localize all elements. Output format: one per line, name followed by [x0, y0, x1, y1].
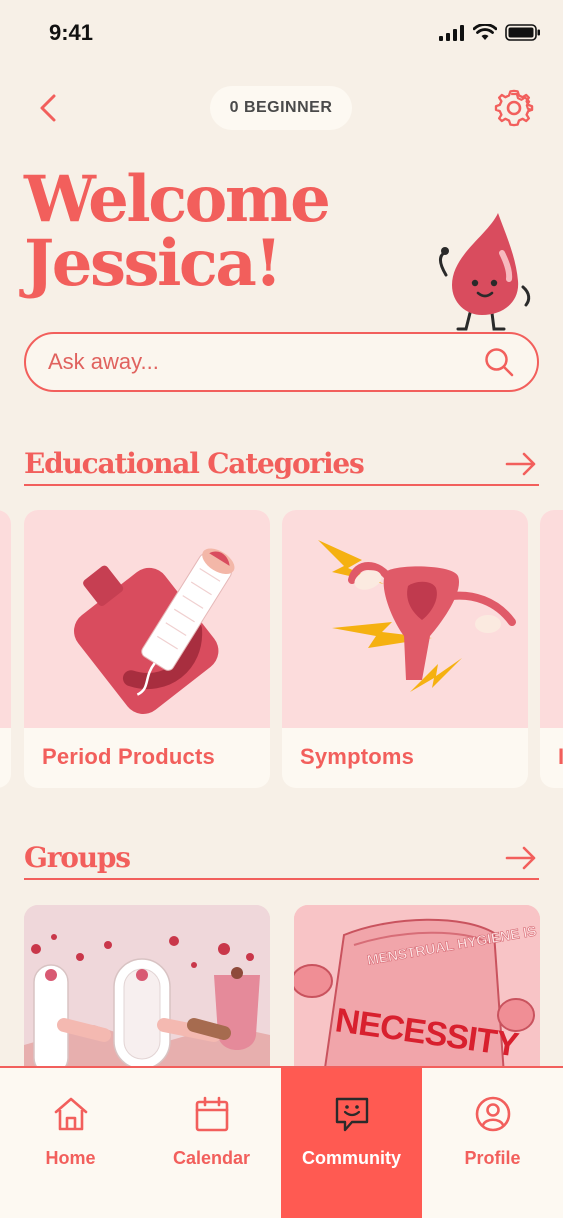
back-icon[interactable]	[30, 86, 66, 130]
tab-label: Calendar	[172, 1148, 251, 1168]
tab-label: Community	[302, 1148, 401, 1168]
tab-label: Home	[45, 1148, 96, 1168]
group-card-necessity[interactable]: MENSTRUAL HYGIENE IS A NECESSITY	[294, 905, 540, 1070]
section-title: Educational Categories	[24, 447, 365, 480]
welcome-line-1: Welcome	[24, 162, 331, 237]
educational-categories-carousel[interactable]: Period Products Symptoms I	[0, 510, 563, 790]
card-label: I	[558, 744, 563, 769]
status-time: 9:41	[49, 20, 94, 45]
community-icon	[335, 1097, 368, 1132]
card-image	[540, 510, 563, 728]
gear-icon[interactable]	[492, 86, 536, 130]
welcome-line-2: Jessica!	[24, 226, 282, 301]
card-label: Symptoms	[300, 744, 415, 769]
card-image	[282, 510, 528, 728]
card-image	[0, 510, 11, 728]
groups-carousel[interactable]: MENSTRUAL HYGIENE IS A NECESSITY	[0, 905, 563, 1070]
hot-water-bottle-tampon-illustration	[74, 548, 235, 715]
arrow-right-icon[interactable]	[505, 452, 537, 476]
tab-calendar[interactable]: Calendar	[141, 1068, 282, 1218]
educational-categories-header: Educational Categories	[24, 446, 539, 486]
groups-header: Groups	[24, 840, 539, 880]
tab-profile[interactable]: Profile	[422, 1068, 563, 1218]
group-card-friends[interactable]	[24, 905, 270, 1070]
category-card-partial[interactable]	[0, 510, 11, 788]
top-bar: 0 BEGINNER	[0, 80, 563, 136]
level-badge[interactable]: 0 BEGINNER	[210, 86, 352, 130]
search-bar[interactable]	[24, 332, 539, 392]
search-icon[interactable]	[483, 346, 515, 378]
welcome-heading: Welcome Jessica!	[24, 168, 404, 296]
wifi-icon	[473, 24, 497, 40]
home-icon	[54, 1097, 87, 1131]
category-card-symptoms[interactable]: Symptoms	[282, 510, 528, 788]
arrow-right-icon[interactable]	[505, 846, 537, 870]
bottom-tab-bar: Home Calendar Community Profile	[0, 1066, 563, 1218]
profile-icon	[475, 1096, 510, 1132]
status-icons	[439, 24, 541, 41]
menstrual-hygiene-pillow-illustration: MENSTRUAL HYGIENE IS A NECESSITY	[294, 905, 540, 1070]
friends-holding-hands-illustration	[24, 905, 270, 1070]
section-title: Groups	[24, 841, 131, 874]
signal-icon	[439, 24, 464, 41]
category-card-partial[interactable]: I	[540, 510, 563, 788]
search-input[interactable]	[48, 349, 483, 375]
card-image	[24, 510, 270, 728]
tab-community[interactable]: Community	[281, 1068, 422, 1218]
tab-label: Profile	[464, 1148, 521, 1168]
category-card-period-products[interactable]: Period Products	[24, 510, 270, 788]
calendar-icon	[195, 1096, 228, 1132]
tab-home[interactable]: Home	[0, 1068, 141, 1218]
card-label: Period Products	[42, 744, 215, 769]
uterus-lightning-illustration	[318, 540, 516, 692]
blood-drop-mascot	[438, 213, 531, 331]
battery-icon	[505, 24, 540, 41]
status-bar: 9:41	[0, 0, 563, 70]
